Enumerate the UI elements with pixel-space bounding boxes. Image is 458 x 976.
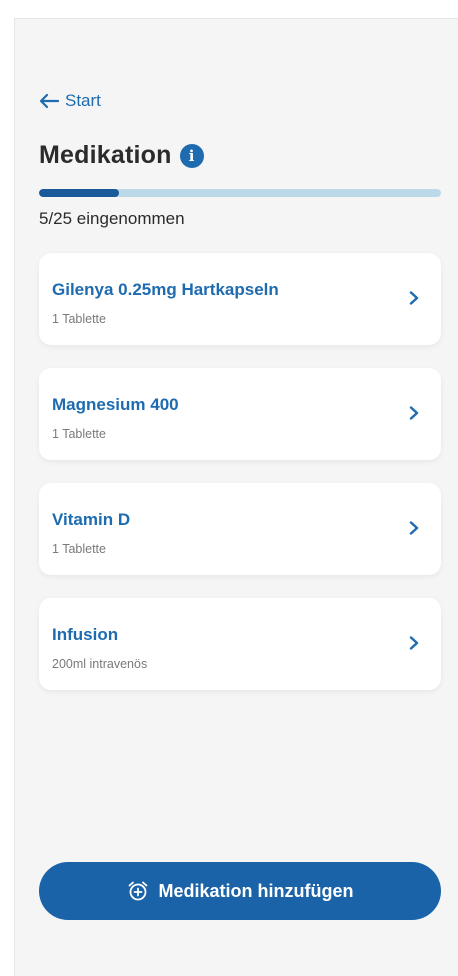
medication-card[interactable]: Vitamin D 1 Tablette	[39, 483, 441, 575]
chevron-right-icon	[409, 521, 419, 535]
progress-label: 5/25 eingenommen	[39, 209, 185, 228]
back-link-label: Start	[65, 91, 101, 110]
chevron-right-icon	[409, 636, 419, 650]
progress-fill	[39, 189, 120, 197]
medication-list: Gilenya 0.25mg Hartkapseln 1 Tablette Ma…	[39, 253, 441, 713]
medication-dose: 1 Tablette	[52, 427, 106, 441]
medication-name: Infusion	[52, 625, 119, 644]
medication-dose: 200ml intravenös	[52, 657, 148, 671]
chevron-right-icon	[409, 406, 419, 420]
title-row: Medikation i	[39, 141, 204, 170]
medication-dose: 1 Tablette	[52, 312, 106, 326]
arrow-left-icon	[39, 93, 59, 109]
page-title: Medikation	[39, 141, 172, 169]
chevron-right-icon	[409, 291, 419, 305]
progress-bar	[39, 189, 441, 197]
medication-name: Gilenya 0.25mg Hartkapseln	[52, 280, 279, 299]
medication-name: Magnesium 400	[52, 395, 179, 414]
medication-name: Vitamin D	[52, 510, 131, 529]
back-link[interactable]: Start	[39, 91, 101, 111]
add-medication-button[interactable]: Medikation hinzufügen	[39, 862, 441, 920]
add-medication-label: Medikation hinzufügen	[158, 880, 354, 901]
app-screen: Start Medikation i 5/25 eingenommen Gile…	[14, 18, 458, 976]
medication-card[interactable]: Infusion 200ml intravenös	[39, 598, 441, 690]
info-icon[interactable]: i	[179, 143, 204, 168]
medication-card[interactable]: Magnesium 400 1 Tablette	[39, 368, 441, 460]
alarm-add-icon	[128, 881, 147, 901]
medication-dose: 1 Tablette	[52, 542, 106, 556]
medication-card[interactable]: Gilenya 0.25mg Hartkapseln 1 Tablette	[39, 253, 441, 345]
